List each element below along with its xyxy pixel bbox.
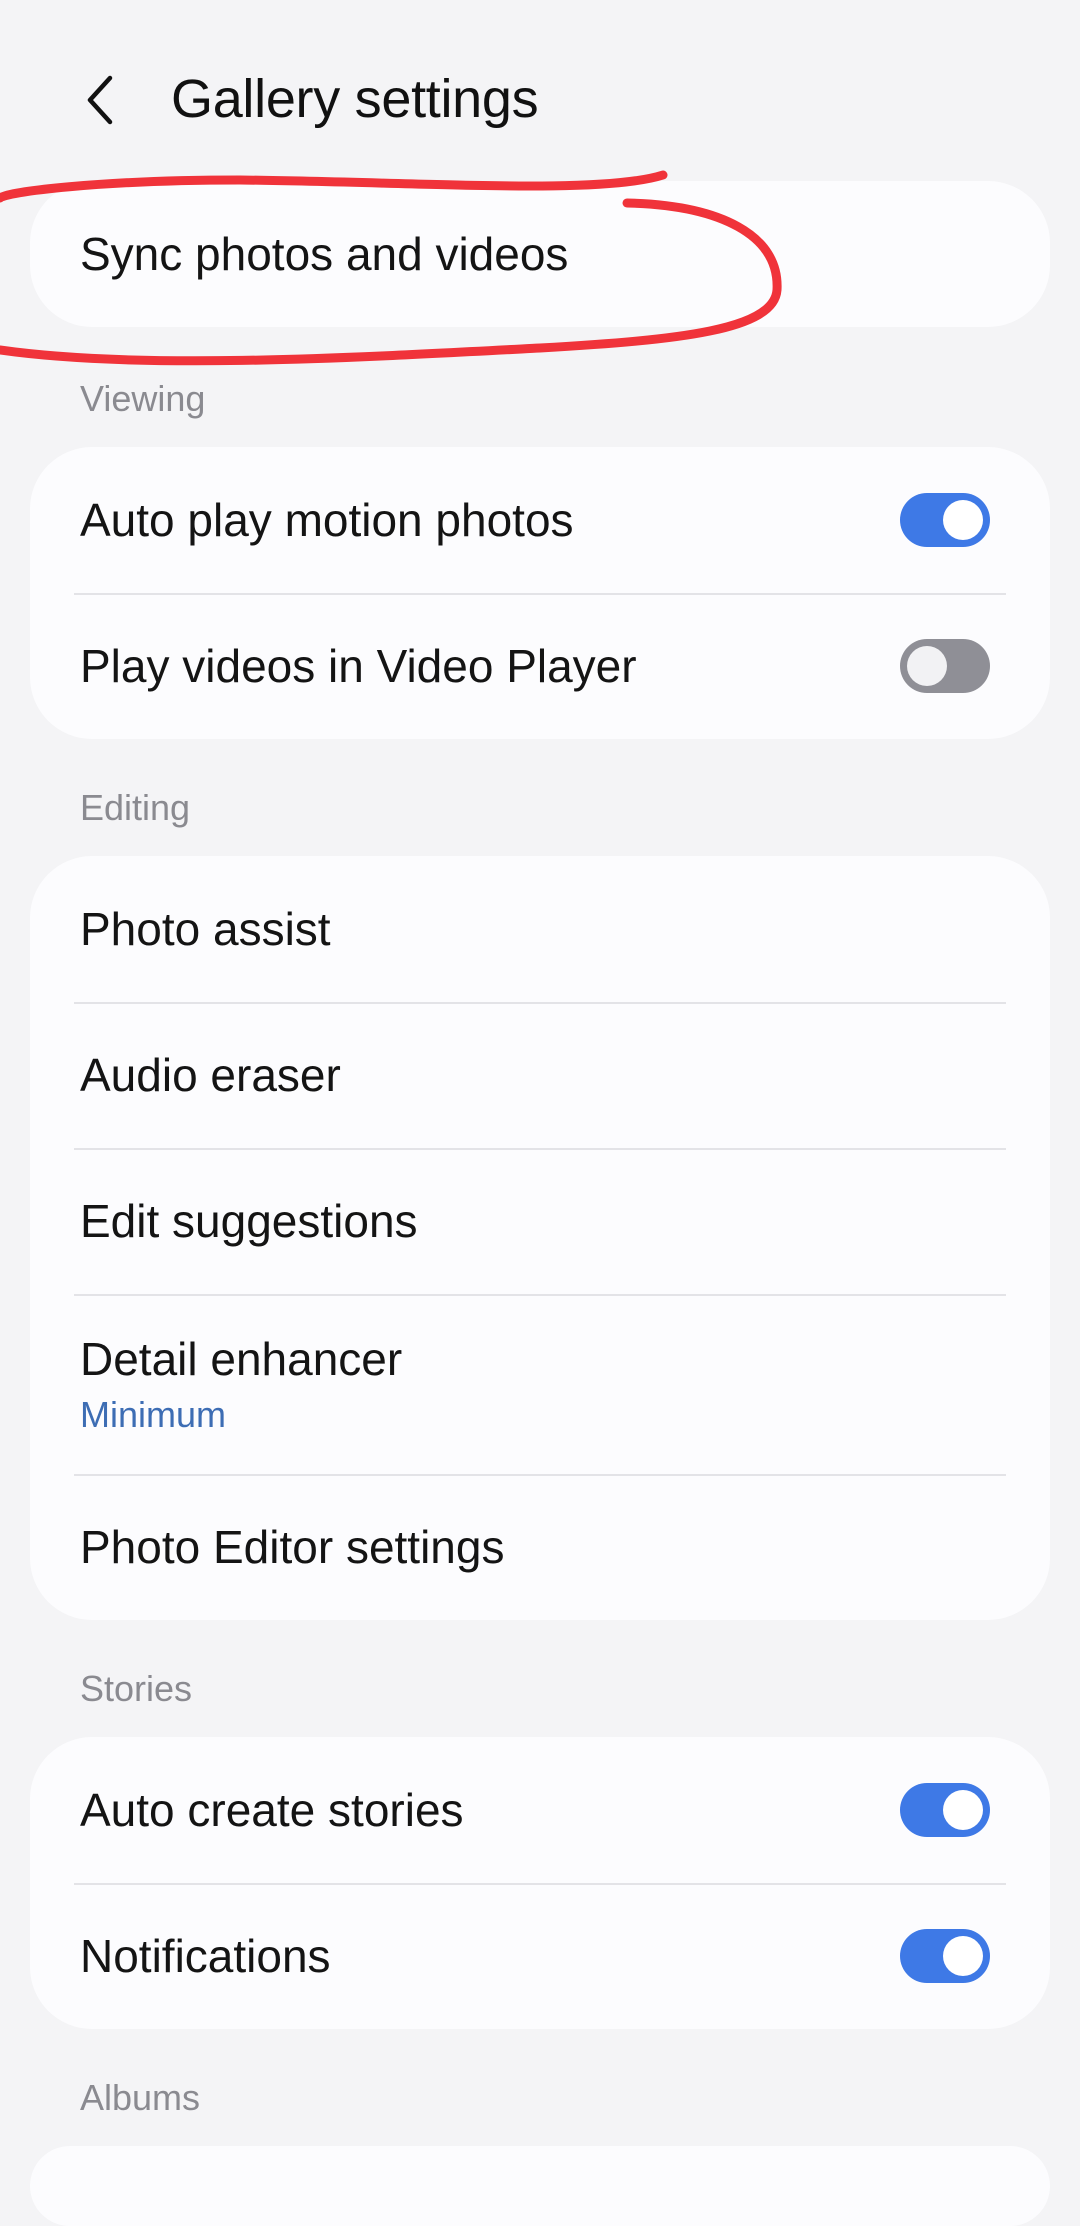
page-title: Gallery settings	[171, 69, 539, 129]
chevron-left-icon	[87, 75, 113, 124]
editing-card: Photo assist Audio eraser Edit suggestio…	[30, 856, 1050, 1620]
auto-create-stories-label: Auto create stories	[80, 1784, 464, 1836]
notifications-label: Notifications	[80, 1930, 331, 1982]
notifications-toggle[interactable]	[900, 1929, 990, 1983]
sync-card: Sync photos and videos	[30, 181, 1050, 327]
auto-play-motion-photos-item[interactable]: Auto play motion photos	[30, 447, 1050, 593]
play-videos-in-video-player-item[interactable]: Play videos in Video Player	[30, 593, 1050, 739]
section-label-viewing: Viewing	[80, 378, 206, 419]
photo-assist-label: Photo assist	[80, 903, 331, 955]
section-label-albums: Albums	[80, 2077, 201, 2118]
toggle-knob	[943, 1790, 983, 1830]
photo-editor-settings-item[interactable]: Photo Editor settings	[30, 1474, 1050, 1620]
detail-enhancer-item[interactable]: Detail enhancer Minimum	[30, 1294, 1050, 1474]
photo-assist-item[interactable]: Photo assist	[30, 856, 1050, 1002]
toggle-knob	[943, 1936, 983, 1976]
toggle-knob	[943, 500, 983, 540]
stories-card: Auto create stories Notifications	[30, 1737, 1050, 2029]
audio-eraser-label: Audio eraser	[80, 1049, 341, 1101]
play-videos-in-video-player-label: Play videos in Video Player	[80, 640, 637, 692]
albums-card	[30, 2146, 1050, 2226]
edit-suggestions-label: Edit suggestions	[80, 1195, 418, 1247]
back-button[interactable]	[70, 62, 130, 137]
auto-create-stories-toggle[interactable]	[900, 1783, 990, 1837]
detail-enhancer-value: Minimum	[80, 1394, 227, 1435]
edit-suggestions-item[interactable]: Edit suggestions	[30, 1148, 1050, 1294]
sync-photos-and-videos-item[interactable]: Sync photos and videos	[30, 181, 1050, 327]
app-header: Gallery settings	[0, 0, 1080, 190]
photo-editor-settings-label: Photo Editor settings	[80, 1521, 505, 1573]
viewing-card: Auto play motion photos Play videos in V…	[30, 447, 1050, 739]
play-videos-in-video-player-toggle[interactable]	[900, 639, 990, 693]
audio-eraser-item[interactable]: Audio eraser	[30, 1002, 1050, 1148]
auto-play-motion-photos-label: Auto play motion photos	[80, 494, 574, 546]
toggle-knob	[907, 646, 947, 686]
auto-play-motion-photos-toggle[interactable]	[900, 493, 990, 547]
sync-photos-label: Sync photos and videos	[80, 228, 569, 280]
detail-enhancer-label: Detail enhancer	[80, 1333, 403, 1385]
section-label-editing: Editing	[80, 787, 191, 828]
auto-create-stories-item[interactable]: Auto create stories	[30, 1737, 1050, 1883]
section-label-stories: Stories	[80, 1668, 193, 1709]
notifications-item[interactable]: Notifications	[30, 1883, 1050, 2029]
